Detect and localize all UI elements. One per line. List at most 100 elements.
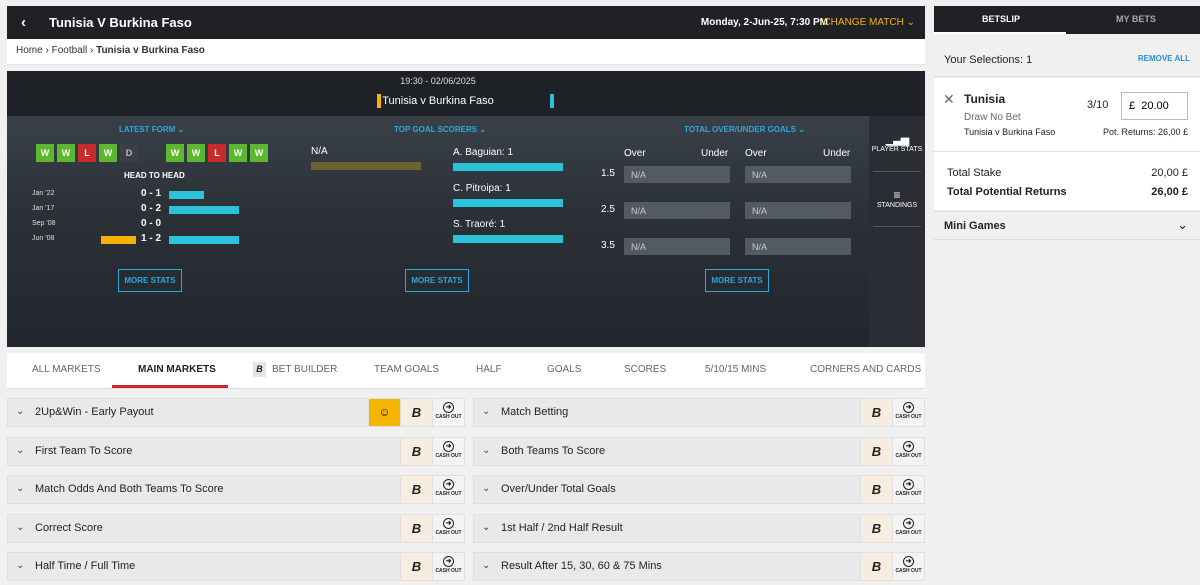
selection-event: Tunisia v Burkina Faso [964,127,1056,137]
stake-input[interactable] [1121,92,1188,120]
breadcrumb-separator: › [45,45,49,56]
cash-out-icon[interactable]: ➜ CASH OUT [892,437,924,465]
more-stats-scorers-button[interactable]: MORE STATS [405,269,469,292]
tab-my-bets[interactable]: MY BETS [1116,14,1156,24]
standings-button[interactable]: ≡ STANDINGS [869,188,925,209]
cash-out-icon[interactable]: ➜ CASH OUT [892,476,924,503]
selection-market: Draw No Bet [964,112,1021,123]
player-stats-button[interactable]: ▁▃▅ PLAYER STATS [869,133,925,153]
form-result-home: W [36,144,54,162]
chevron-down-icon: ⌄ [16,483,25,494]
h2h-home-bar [101,236,136,244]
market-row[interactable]: ⌄ Half Time / Full Time ➜ CASH OUT B [7,552,465,581]
potential-returns: Pot. Returns: 26,00 £ [1102,127,1188,137]
market-label: Result After 15, 30, 60 & 75 Mins [501,560,662,572]
bar-chart-icon: ▁▃▅ [885,134,909,146]
h2h-score: 0 - 1 [141,188,162,199]
market-tabs: ALL MARKETS MAIN MARKETS BET BUILDER B TEAM … [7,353,925,389]
breadcrumb: Home › Football › Tunisia v Burkina Faso [7,39,925,65]
mini-games-bar[interactable]: Mini Games ⌄ [934,211,1200,240]
tab-half[interactable]: HALF [476,364,502,375]
tab-goals[interactable]: GOALS [547,364,581,375]
remove-all-button[interactable]: REMOVE ALL [1138,54,1190,63]
total-stake-value: 20,00 £ [1151,167,1188,179]
betslip-totals: Total Stake 20,00 £ Total Potential Retu… [934,152,1200,210]
over-under-col-label: Under [701,148,729,159]
goal-line: 2.5 [601,204,615,215]
market-row[interactable]: ⌄ Both Teams To Score ➜ CASH OUT B [473,436,925,466]
scorer-bar [453,199,563,207]
more-stats-goals-button[interactable]: MORE STATS [705,269,769,292]
market-row[interactable]: ⌄ Result After 15, 30, 60 & 75 Mins ➜ CASH … [473,552,925,581]
chevron-down-icon: ⌄ [482,406,491,417]
bet-builder-icon[interactable]: B [860,553,892,580]
away-over-under: N/A [745,202,851,219]
cash-out-icon[interactable]: ➜ CASH OUT [432,399,464,426]
market-row[interactable]: ⌄ Match Odds And Both Teams To Score ➜ CASH… [7,475,465,504]
form-result-home: L [78,144,96,162]
cash-out-label: CASH OUT [435,568,462,574]
market-label: Match Odds And Both Teams To Score [35,483,224,495]
change-match-button[interactable]: CHANGE MATCH ⌄ [823,17,915,28]
home-over-under: N/A [624,238,730,255]
latest-form-dropdown[interactable]: LATEST FORM ⌄ [119,125,184,134]
market-row[interactable]: ⌄ Correct Score ➜ CASH OUT B [7,513,465,543]
bet-selection: ✕ Tunisia Draw No Bet Tunisia v Burkina … [934,78,1200,152]
market-row[interactable]: ⌄ Over/Under Total Goals ➜ CASH OUT B [473,475,925,504]
over-under-dropdown[interactable]: TOTAL OVER/UNDER GOALS ⌄ [684,125,805,134]
back-icon[interactable]: ‹ [21,14,26,31]
cash-out-icon[interactable]: ➜ CASH OUT [892,399,924,426]
bet-builder-icon[interactable]: B [400,399,432,426]
tab-all-markets[interactable]: ALL MARKETS [32,364,101,375]
cash-out-icon[interactable]: ➜ CASH OUT [432,553,464,580]
bet-builder-icon[interactable]: B [860,514,892,542]
tab-corners-and-cards[interactable]: CORNERS AND CARDS [810,364,921,375]
cash-out-label: CASH OUT [895,529,922,536]
bet-builder-icon[interactable]: B [400,514,432,542]
bet-builder-icon[interactable]: B [860,476,892,503]
bet-builder-icon[interactable]: B [860,399,892,426]
chevron-down-icon: ⌄ [482,521,491,533]
goal-line: 3.5 [601,240,615,251]
market-row[interactable]: ⌄ Match Betting ➜ CASH OUT B [473,398,925,427]
cash-out-icon[interactable]: ➜ CASH OUT [432,476,464,503]
bet-builder-icon[interactable]: B [400,476,432,503]
cash-out-label: CASH OUT [435,491,462,497]
market-row[interactable]: ⌄ First Team To Score ➜ CASH OUT B [7,436,465,466]
tab-betslip[interactable]: BETSLIP [982,14,1020,24]
chevron-down-icon: ⌄ [482,483,491,494]
tab-bet-builder[interactable]: BET BUILDER [272,364,337,375]
cash-out-icon[interactable]: ➜ CASH OUT [892,514,924,542]
active-betslip-indicator [934,32,1066,34]
cash-out-arrow-icon: ➜ [903,402,914,413]
market-row[interactable]: ⌄ 2Up&Win - Early Payout ➜ CASH OUT B ☺ [7,398,465,427]
tab-main-markets[interactable]: MAIN MARKETS [138,364,216,375]
tab-5-10-15-mins[interactable]: 5/10/15 MINS [705,364,766,375]
cash-out-arrow-icon: ➜ [443,402,454,413]
tab-scores[interactable]: SCORES [624,364,666,375]
cash-out-arrow-icon: ➜ [443,479,454,490]
bet-builder-icon[interactable]: B [400,437,432,465]
market-label: Match Betting [501,406,569,418]
top-scorers-dropdown[interactable]: TOP GOAL SCORERS ⌄ [394,125,486,134]
tab-team-goals[interactable]: TEAM GOALS [374,364,439,375]
cash-out-arrow-icon: ➜ [903,479,914,490]
mini-games-label: Mini Games [944,220,1006,232]
cash-out-icon[interactable]: ➜ CASH OUT [432,437,464,465]
cash-out-icon[interactable]: ➜ CASH OUT [432,514,464,542]
breadcrumb-current: Tunisia v Burkina Faso [96,45,205,56]
early-payout-icon[interactable]: ☺ [368,399,400,426]
close-icon[interactable]: ✕ [943,91,955,108]
bet-builder-icon[interactable]: B [400,553,432,580]
breadcrumb-home[interactable]: Home [16,45,43,56]
cash-out-icon[interactable]: ➜ CASH OUT [892,553,924,580]
chevron-down-icon: ⌄ [1177,217,1188,232]
more-stats-form-button[interactable]: MORE STATS [118,269,182,292]
form-result-away: W [187,144,205,162]
breadcrumb-football[interactable]: Football [52,45,88,56]
market-label: 1st Half / 2nd Half Result [501,521,623,534]
match-title: Tunisia V Burkina Faso [49,15,192,30]
market-row[interactable]: ⌄ 1st Half / 2nd Half Result ➜ CASH OUT B [473,513,925,543]
form-result-home: W [99,144,117,162]
bet-builder-icon[interactable]: B [860,437,892,465]
